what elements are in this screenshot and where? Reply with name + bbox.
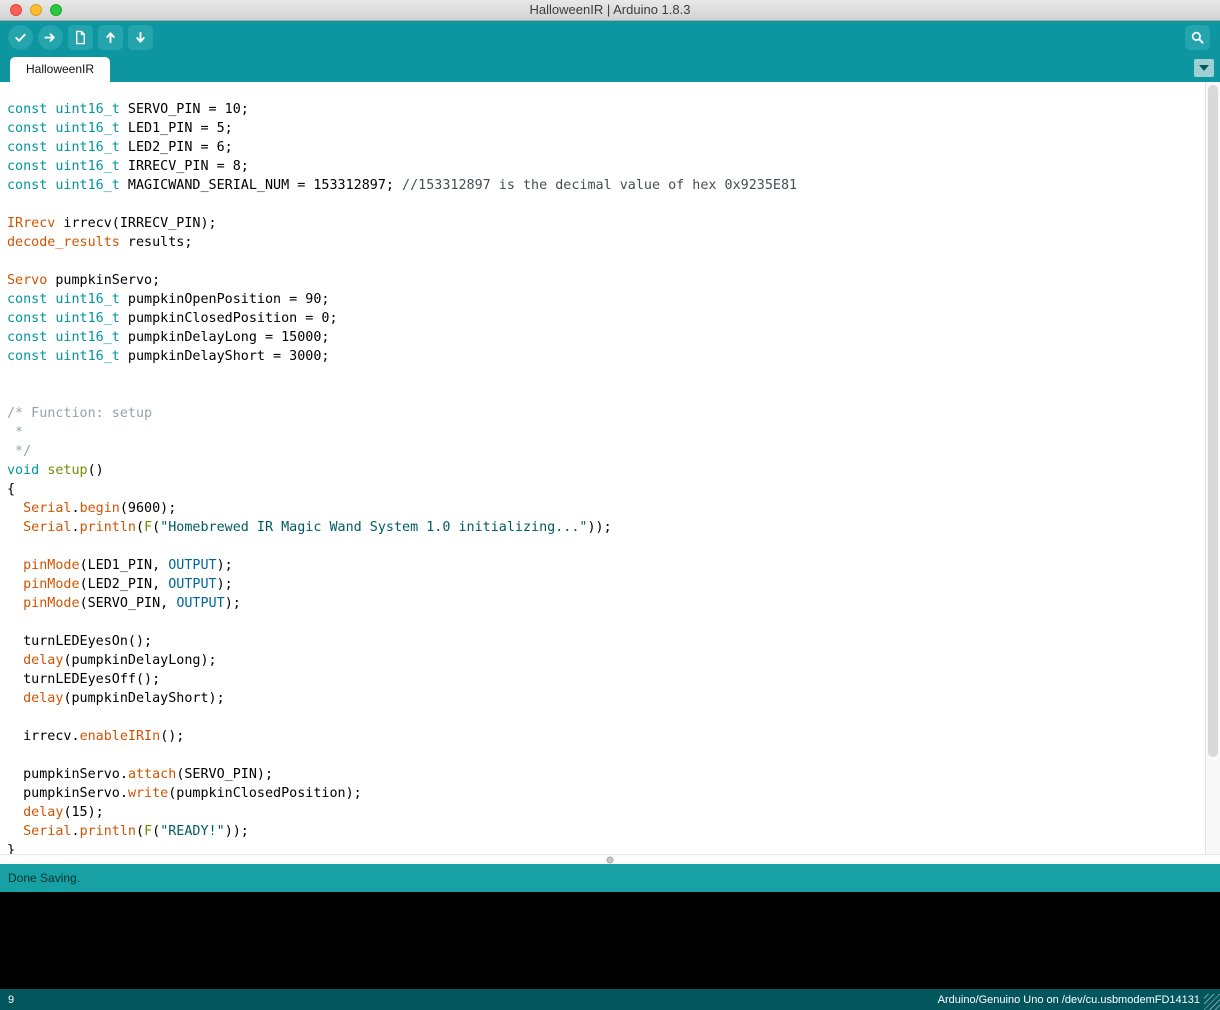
open-button[interactable] xyxy=(98,25,123,50)
tab-halloweenir[interactable]: HalloweenIR xyxy=(10,57,110,82)
scrollbar-thumb[interactable] xyxy=(1208,85,1218,757)
editor-console-splitter[interactable] xyxy=(0,854,1220,864)
magnifier-icon xyxy=(1190,30,1205,45)
chevron-down-icon xyxy=(1199,65,1209,71)
upload-button[interactable] xyxy=(38,25,63,50)
arduino-ide-window: HalloweenIR | Arduino 1.8.3 HalloweenIR xyxy=(0,0,1220,1010)
verify-button[interactable] xyxy=(8,25,33,50)
code-lines: const uint16_t SERVO_PIN = 10;const uint… xyxy=(0,82,1220,854)
tab-menu-button[interactable] xyxy=(1194,59,1214,77)
console-output xyxy=(0,892,1220,989)
check-icon xyxy=(13,30,28,45)
document-icon xyxy=(73,30,88,45)
statusbar: Done Saving. xyxy=(0,864,1220,892)
save-button[interactable] xyxy=(128,25,153,50)
arrow-right-icon xyxy=(43,30,58,45)
vertical-scrollbar[interactable] xyxy=(1205,82,1220,854)
tabbar: HalloweenIR xyxy=(0,54,1220,82)
resize-grip[interactable] xyxy=(1204,994,1220,1010)
arrow-up-icon xyxy=(103,30,118,45)
window-title: HalloweenIR | Arduino 1.8.3 xyxy=(0,0,1220,20)
new-sketch-button[interactable] xyxy=(68,25,93,50)
footer: 9 Arduino/Genuino Uno on /dev/cu.usbmode… xyxy=(0,989,1220,1010)
titlebar: HalloweenIR | Arduino 1.8.3 xyxy=(0,0,1220,21)
tab-label: HalloweenIR xyxy=(26,62,94,76)
toolbar xyxy=(0,21,1220,54)
status-message: Done Saving. xyxy=(8,871,80,885)
serial-monitor-button[interactable] xyxy=(1185,25,1210,50)
board-port-info: Arduino/Genuino Uno on /dev/cu.usbmodemF… xyxy=(938,994,1200,1006)
code-editor[interactable]: const uint16_t SERVO_PIN = 10;const uint… xyxy=(0,82,1220,854)
splitter-handle-icon xyxy=(607,856,614,863)
arrow-down-icon xyxy=(133,30,148,45)
cursor-line-number: 9 xyxy=(8,994,14,1006)
